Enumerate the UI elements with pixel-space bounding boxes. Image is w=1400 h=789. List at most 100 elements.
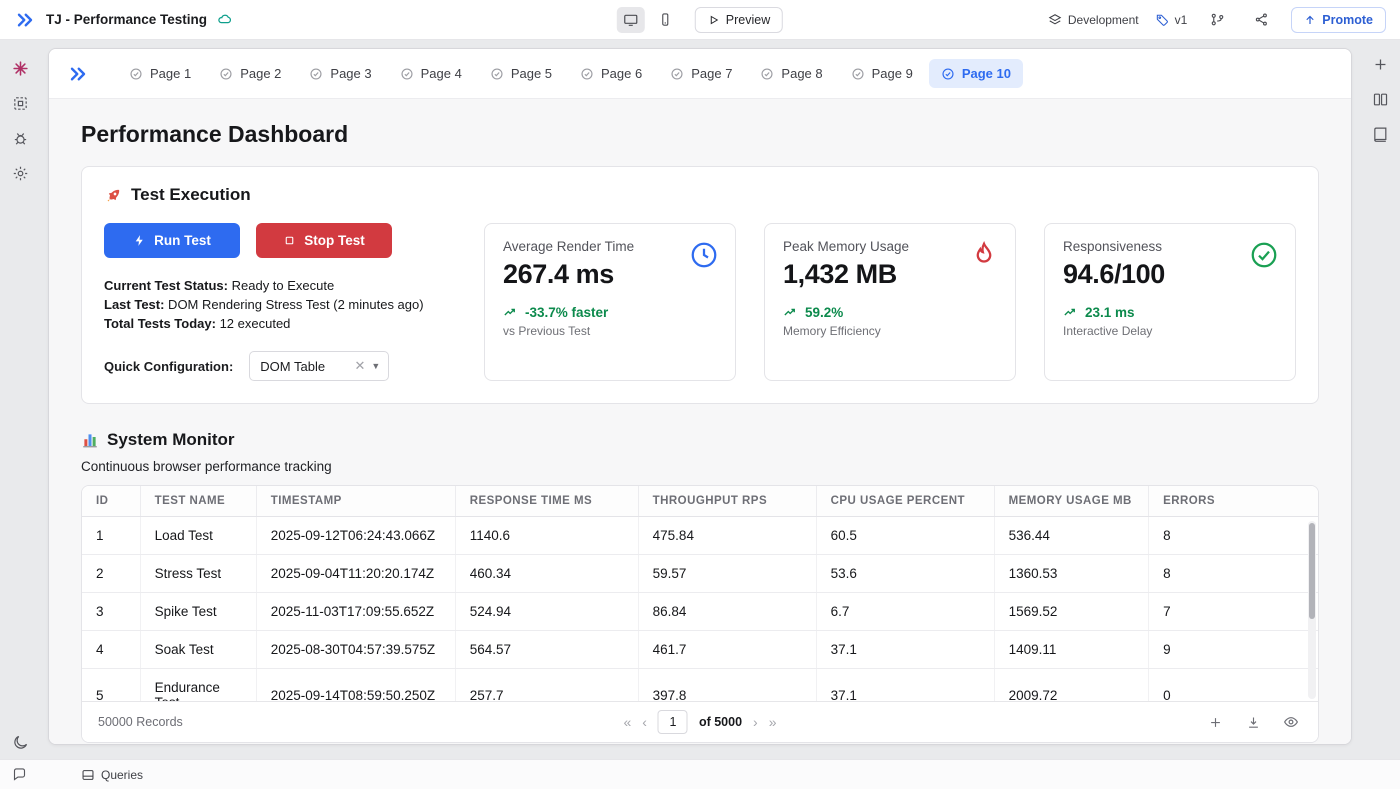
table-header-cell[interactable]: MEMORY USAGE MB bbox=[994, 486, 1150, 517]
system-monitor-title: System Monitor bbox=[81, 430, 1319, 450]
chat-icon[interactable] bbox=[12, 767, 27, 782]
page-title: Performance Dashboard bbox=[81, 121, 349, 147]
desktop-icon bbox=[623, 12, 639, 28]
table-body: 1 Load Test 2025-09-12T06:24:43.066Z 114… bbox=[82, 516, 1318, 701]
git-branch-button[interactable] bbox=[1203, 7, 1231, 33]
stat-value: 1,432 MB bbox=[783, 259, 897, 289]
debug-icon[interactable] bbox=[12, 130, 29, 147]
table-header-cell[interactable]: CPU USAGE PERCENT bbox=[816, 486, 995, 517]
page-tab-label: Page 4 bbox=[420, 66, 462, 81]
panels-icon[interactable] bbox=[1372, 91, 1389, 108]
export-icon bbox=[1246, 715, 1261, 730]
share-button[interactable] bbox=[1247, 7, 1275, 33]
page-number-input[interactable] bbox=[657, 710, 688, 734]
last-test: Last Test: DOM Rendering Stress Test (2 … bbox=[104, 297, 424, 312]
settings-icon[interactable] bbox=[12, 165, 29, 182]
page-tab[interactable]: Page 8 bbox=[748, 59, 834, 88]
page-tab[interactable]: Page 10 bbox=[928, 59, 1023, 88]
trending-up-icon bbox=[503, 305, 518, 320]
export-button[interactable] bbox=[1242, 711, 1264, 733]
table-row[interactable]: 1 Load Test 2025-09-12T06:24:43.066Z 114… bbox=[82, 516, 1318, 555]
version-selector[interactable]: v1 bbox=[1155, 13, 1187, 27]
page-tab[interactable]: Page 4 bbox=[388, 59, 474, 88]
stat-card-peak-memory: Peak Memory Usage 1,432 MB 59.2% Memory … bbox=[764, 223, 1016, 381]
git-branch-icon bbox=[1210, 12, 1225, 27]
system-monitor-section: System Monitor Continuous browser perfor… bbox=[81, 430, 1319, 743]
eye-icon bbox=[1283, 714, 1299, 730]
stat-card-render-time: Average Render Time 267.4 ms -33.7% fast… bbox=[484, 223, 736, 381]
last-page-button[interactable]: » bbox=[769, 714, 777, 730]
next-page-button[interactable]: › bbox=[753, 714, 758, 730]
page-tab-label: Page 9 bbox=[871, 66, 913, 81]
clock-icon bbox=[689, 240, 719, 270]
visibility-button[interactable] bbox=[1280, 711, 1302, 733]
check-circle-icon bbox=[309, 67, 323, 81]
components-icon[interactable] bbox=[12, 60, 29, 77]
queries-panel-toggle[interactable]: Queries bbox=[81, 768, 143, 782]
performance-table-card: ID TEST NAME TIMESTAMP RESPONSE TIME MS THRO… bbox=[81, 485, 1319, 743]
desktop-toggle-button[interactable] bbox=[616, 6, 645, 33]
clear-icon[interactable]: ✕ bbox=[354, 358, 365, 374]
play-icon bbox=[708, 14, 720, 26]
page-tab-label: Page 2 bbox=[240, 66, 282, 81]
table-header-cell[interactable]: THROUGHPUT RPS bbox=[638, 486, 817, 517]
records-count: 50000 Records bbox=[98, 715, 183, 729]
table-header-cell[interactable]: TIMESTAMP bbox=[256, 486, 456, 517]
moon-icon[interactable] bbox=[12, 734, 29, 751]
page-tab-label: Page 1 bbox=[150, 66, 192, 81]
add-row-button[interactable] bbox=[1204, 711, 1226, 733]
preview-button[interactable]: Preview bbox=[694, 6, 784, 33]
page-tab[interactable]: Page 9 bbox=[839, 59, 925, 88]
table-footer: 50000 Records « ‹ of 5000 › » bbox=[82, 701, 1318, 742]
flame-icon bbox=[969, 240, 999, 270]
table-header-cell[interactable]: ERRORS bbox=[1148, 486, 1318, 517]
promote-button[interactable]: Promote bbox=[1291, 6, 1386, 33]
check-circle-icon bbox=[851, 67, 865, 81]
table-header-cell[interactable]: TEST NAME bbox=[140, 486, 257, 517]
check-circle-icon bbox=[760, 67, 774, 81]
page-tab-label: Page 5 bbox=[510, 66, 553, 81]
mobile-toggle-button[interactable] bbox=[651, 7, 679, 33]
check-circle-icon bbox=[219, 67, 233, 81]
check-circle-icon bbox=[670, 67, 684, 81]
mobile-icon bbox=[657, 12, 672, 27]
rocket-icon bbox=[104, 186, 123, 205]
table-row[interactable]: 5 Endurance Test 2025-09-14T08:59:50.250… bbox=[82, 668, 1318, 701]
table-viewport: ID TEST NAME TIMESTAMP RESPONSE TIME MS THRO… bbox=[82, 486, 1318, 701]
inspector-icon[interactable] bbox=[12, 95, 29, 112]
stat-trend: 59.2% bbox=[783, 305, 997, 320]
page-content: Performance Dashboard Test Execution Run… bbox=[49, 99, 1351, 744]
page-tab[interactable]: Page 7 bbox=[658, 59, 744, 88]
run-test-button[interactable]: Run Test bbox=[104, 223, 240, 258]
page-tab-label: Page 10 bbox=[961, 66, 1011, 81]
environment-selector[interactable]: Development bbox=[1048, 13, 1139, 27]
book-icon[interactable] bbox=[1372, 126, 1389, 143]
check-circle-icon bbox=[129, 67, 143, 81]
tag-icon bbox=[1155, 13, 1169, 27]
table-header-cell[interactable]: ID bbox=[82, 486, 141, 517]
table-row[interactable]: 3 Spike Test 2025-11-03T17:09:55.652Z 52… bbox=[82, 592, 1318, 631]
page-tab[interactable]: Page 2 bbox=[207, 59, 293, 88]
share-icon bbox=[1254, 12, 1269, 27]
plus-icon bbox=[1208, 715, 1223, 730]
table-row[interactable]: 2 Stress Test 2025-09-04T11:20:20.174Z 4… bbox=[82, 554, 1318, 593]
table-header-cell[interactable]: RESPONSE TIME MS bbox=[455, 486, 639, 517]
page-total-label: of 5000 bbox=[698, 715, 743, 729]
stat-label: Average Render Time bbox=[503, 239, 635, 254]
quick-configuration-select[interactable]: DOM Table ✕ ▼ bbox=[249, 351, 390, 381]
page-tab[interactable]: Page 6 bbox=[568, 59, 654, 88]
prev-page-button[interactable]: ‹ bbox=[642, 714, 647, 730]
table-row[interactable]: 4 Soak Test 2025-08-30T04:57:39.575Z 564… bbox=[82, 630, 1318, 669]
page-tab[interactable]: Page 3 bbox=[297, 59, 383, 88]
stat-label: Responsiveness bbox=[1063, 239, 1163, 254]
page-tab[interactable]: Page 1 bbox=[117, 59, 203, 88]
app-title[interactable]: TJ - Performance Testing bbox=[46, 12, 207, 27]
first-page-button[interactable]: « bbox=[623, 714, 631, 730]
stop-test-button[interactable]: Stop Test bbox=[256, 223, 392, 258]
check-circle-icon bbox=[1249, 240, 1279, 270]
page-tab[interactable]: Page 5 bbox=[478, 59, 564, 88]
plus-icon[interactable] bbox=[1372, 56, 1389, 73]
bottom-panel-icon bbox=[81, 768, 95, 782]
right-rail bbox=[1360, 40, 1400, 759]
table-scrollbar-thumb[interactable] bbox=[1309, 523, 1315, 619]
